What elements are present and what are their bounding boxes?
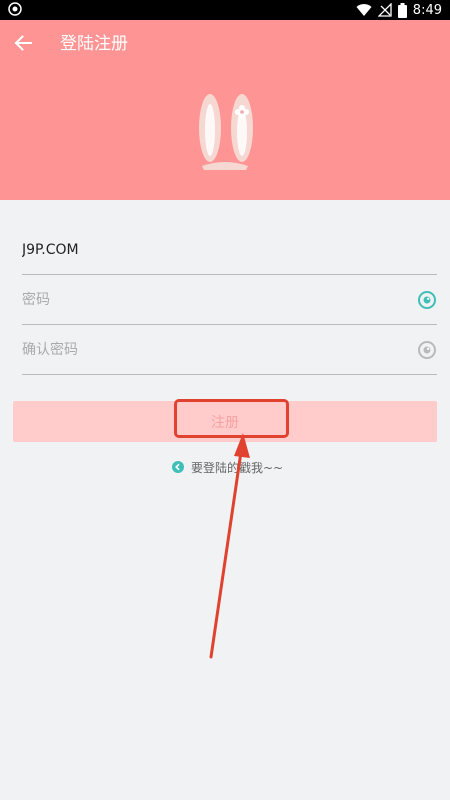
page-title: 登陆注册 bbox=[60, 34, 128, 54]
arrow-back-icon bbox=[14, 35, 32, 51]
login-link[interactable]: 要登陆的戳我~~ bbox=[172, 458, 283, 476]
status-time: 8:49 bbox=[412, 2, 442, 18]
no-signal-icon bbox=[377, 3, 392, 17]
app-notification-icon bbox=[8, 2, 22, 16]
show-confirm-password-eye-icon[interactable] bbox=[417, 340, 437, 360]
annotation-highlight-box bbox=[174, 399, 289, 438]
password-input[interactable] bbox=[22, 288, 402, 312]
login-link-text: 要登陆的戳我~~ bbox=[191, 460, 284, 475]
password-field[interactable] bbox=[22, 275, 437, 325]
status-bar: 8:49 bbox=[0, 0, 450, 20]
back-button[interactable] bbox=[8, 28, 38, 58]
wifi-icon bbox=[356, 4, 372, 17]
username-input[interactable] bbox=[22, 238, 402, 262]
bunny-ears-icon bbox=[199, 94, 253, 170]
show-password-eye-icon[interactable] bbox=[417, 290, 437, 310]
confirm-password-field[interactable] bbox=[22, 325, 437, 375]
header: 登陆注册 bbox=[0, 20, 450, 200]
username-field[interactable] bbox=[22, 225, 437, 275]
battery-icon bbox=[397, 2, 407, 18]
confirm-password-input[interactable] bbox=[22, 338, 402, 362]
chevron-left-icon bbox=[172, 461, 184, 473]
